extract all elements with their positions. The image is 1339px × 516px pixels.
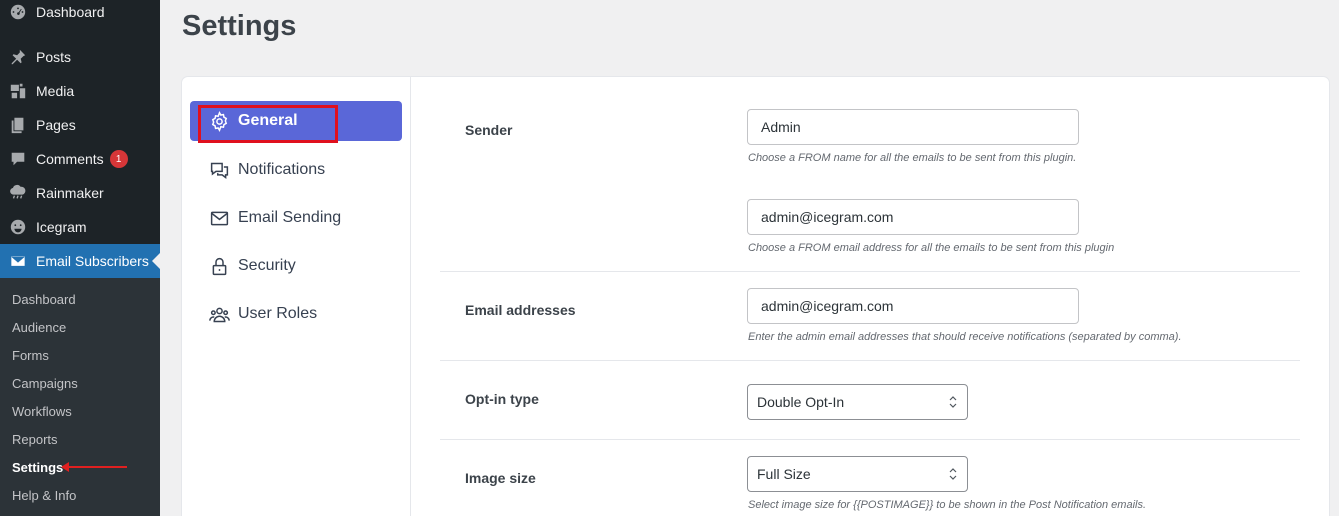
envelope-icon <box>208 207 230 229</box>
dashboard-icon <box>8 2 28 22</box>
comment-count-badge: 1 <box>109 150 128 168</box>
menu-label: Rainmaker <box>36 185 104 201</box>
pin-icon <box>8 47 28 67</box>
row-divider <box>440 439 1300 440</box>
menu-item-icegram[interactable]: Icegram <box>0 210 160 244</box>
sender-email-input[interactable]: admin@icegram.com <box>747 199 1079 235</box>
menu-item-email-subscribers[interactable]: Email Subscribers <box>0 244 160 278</box>
submenu-reports[interactable]: Reports <box>12 425 58 453</box>
optin-type-label: Opt-in type <box>465 391 539 407</box>
submenu-forms[interactable]: Forms <box>12 341 49 369</box>
annotation-arrow <box>61 462 127 472</box>
menu-item-rainmaker[interactable]: Rainmaker <box>0 176 160 210</box>
submenu-campaigns[interactable]: Campaigns <box>12 369 78 397</box>
icegram-icon <box>8 217 28 237</box>
menu-label: Media <box>36 83 75 99</box>
page-title: Settings <box>182 10 297 42</box>
settings-tabs: General Notifications Email Sending Secu… <box>182 77 411 516</box>
select-chevron-icon <box>949 468 957 480</box>
optin-type-value: Double Opt-In <box>757 394 845 410</box>
select-chevron-icon <box>949 396 957 408</box>
email-addresses-help: Enter the admin email addresses that sho… <box>748 331 1182 343</box>
sender-email-help: Choose a FROM email address for all the … <box>748 242 1115 254</box>
image-size-value: Full Size <box>757 466 811 482</box>
tab-label: User Roles <box>238 305 318 322</box>
sender-name-input[interactable]: Admin <box>747 109 1079 145</box>
menu-item-media[interactable]: Media <box>0 74 160 108</box>
submenu-workflows[interactable]: Workflows <box>12 397 72 425</box>
image-size-select[interactable]: Full Size <box>747 456 968 492</box>
menu-label: Email Subscribers <box>36 253 149 269</box>
menu-item-pages[interactable]: Pages <box>0 108 160 142</box>
tab-notifications[interactable]: Notifications <box>190 150 402 190</box>
users-icon <box>208 303 230 325</box>
gear-icon <box>208 110 230 132</box>
email-addresses-label: Email addresses <box>465 302 576 318</box>
row-divider <box>440 271 1300 272</box>
tab-security[interactable]: Security <box>190 246 402 286</box>
tab-label: General <box>238 112 298 129</box>
menu-item-comments[interactable]: Comments 1 <box>0 142 160 176</box>
tab-label: Notifications <box>238 161 326 178</box>
menu-label: Posts <box>36 49 72 65</box>
tab-label: Security <box>238 257 296 274</box>
submenu-audience[interactable]: Audience <box>12 313 66 341</box>
optin-type-select[interactable]: Double Opt-In <box>747 384 968 420</box>
cloud-icon <box>8 183 28 203</box>
media-icon <box>8 81 28 101</box>
image-size-help: Select image size for {{POSTIMAGE}} to b… <box>748 499 1147 511</box>
menu-label: Dashboard <box>36 4 105 20</box>
tab-email-sending[interactable]: Email Sending <box>190 198 402 238</box>
row-divider <box>440 360 1300 361</box>
pages-icon <box>8 115 28 135</box>
chat-icon <box>208 159 230 181</box>
menu-label: Pages <box>36 117 76 133</box>
lock-icon <box>208 255 230 277</box>
settings-card: General Notifications Email Sending Secu… <box>182 77 1329 516</box>
menu-item-dashboard[interactable]: Dashboard <box>0 0 160 29</box>
menu-item-posts[interactable]: Posts <box>0 40 160 74</box>
admin-sidebar: Dashboard Posts Media Pages Comments 1 R… <box>0 0 160 516</box>
sender-label: Sender <box>465 122 513 138</box>
submenu-dashboard[interactable]: Dashboard <box>12 285 76 313</box>
submenu-help-info[interactable]: Help & Info <box>12 481 76 509</box>
email-icon <box>8 251 28 271</box>
submenu-settings[interactable]: Settings <box>12 453 63 481</box>
email-addresses-input[interactable]: admin@icegram.com <box>747 288 1079 324</box>
menu-label: Comments <box>36 151 104 167</box>
tab-general[interactable]: General <box>190 101 402 143</box>
menu-label: Icegram <box>36 219 87 235</box>
image-size-label: Image size <box>465 470 536 486</box>
comment-icon <box>8 149 28 169</box>
email-subscribers-submenu: Dashboard Audience Forms Campaigns Workf… <box>0 278 160 516</box>
tab-user-roles[interactable]: User Roles <box>190 294 402 334</box>
sender-name-help: Choose a FROM name for all the emails to… <box>748 152 1077 164</box>
tab-label: Email Sending <box>238 209 342 226</box>
